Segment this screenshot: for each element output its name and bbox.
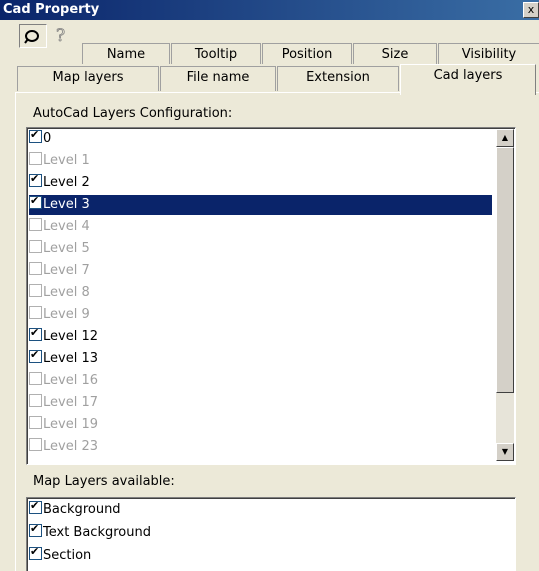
close-button[interactable]: x: [523, 2, 539, 18]
map-layer-item-label: Background: [43, 502, 121, 517]
autocad-layer-list-item[interactable]: Level 7: [29, 261, 492, 281]
map-layer-list-item[interactable]: Section: [29, 545, 509, 566]
tab-size[interactable]: Size: [353, 43, 437, 64]
tab-visibility[interactable]: Visibility: [438, 43, 539, 64]
autocad-layer-item-label: Level 7: [43, 263, 90, 278]
help-icon: ?: [56, 26, 66, 47]
tab-tooltip[interactable]: Tooltip: [171, 43, 261, 64]
autocad-layer-list-item[interactable]: Level 19: [29, 415, 492, 435]
autocad-layer-list-item[interactable]: Level 3: [28, 194, 493, 216]
unchecked-checkbox-icon[interactable]: [29, 372, 42, 385]
unchecked-checkbox-icon[interactable]: [29, 416, 42, 429]
checked-checkbox-icon[interactable]: [29, 194, 42, 209]
map-layers-label: Map Layers available:: [33, 474, 175, 489]
svg-text:?: ?: [56, 26, 65, 46]
unchecked-checkbox-icon[interactable]: [29, 240, 42, 253]
autocad-layer-list-item[interactable]: Level 17: [29, 393, 492, 413]
checked-checkbox-icon[interactable]: [29, 172, 42, 187]
autocad-layers-scrollbar[interactable]: ▲ ▼: [496, 129, 514, 461]
autocad-layer-item-label: Level 9: [43, 307, 90, 322]
autocad-layer-item-label: Level 2: [43, 175, 90, 190]
autocad-layer-item-label: Level 1: [43, 153, 90, 168]
autocad-layer-item-label: Level 4: [43, 219, 90, 234]
tab-extension[interactable]: Extension: [277, 66, 399, 91]
scroll-up-icon[interactable]: ▲: [496, 129, 514, 147]
autocad-layer-list-item[interactable]: Level 16: [29, 371, 492, 391]
scroll-down-icon[interactable]: ▼: [496, 443, 514, 461]
unchecked-checkbox-icon[interactable]: [29, 152, 42, 165]
checked-checkbox-icon[interactable]: [29, 545, 42, 560]
unchecked-checkbox-icon[interactable]: [29, 306, 42, 319]
autocad-layers-label: AutoCad Layers Configuration:: [33, 106, 233, 121]
autocad-layers-list[interactable]: 0 Level 1 Level 2 Level 3 Level 4 Level 5 Leve…: [26, 127, 516, 465]
autocad-layer-item-label: Level 19: [43, 417, 98, 432]
map-layer-list-item[interactable]: Text Background: [29, 522, 509, 543]
map-layer-item-label: Text Background: [43, 525, 151, 540]
tab-position[interactable]: Position: [262, 43, 352, 64]
scrollbar-thumb[interactable]: [496, 147, 514, 393]
autocad-layer-list-item[interactable]: Level 9: [29, 305, 492, 325]
tool-icon: [24, 30, 39, 44]
unchecked-checkbox-icon[interactable]: [29, 284, 42, 297]
autocad-layer-list-item[interactable]: 0: [29, 128, 492, 149]
autocad-layer-item-label: Level 23: [43, 439, 98, 454]
title-bar: Cad Property x: [0, 0, 539, 20]
autocad-layer-list-item[interactable]: Level 4: [29, 217, 492, 237]
autocad-layer-item-label: 0: [43, 131, 52, 146]
tool-icon-button[interactable]: [19, 24, 47, 48]
window-title: Cad Property: [3, 2, 100, 17]
checked-checkbox-icon[interactable]: [29, 128, 42, 143]
autocad-layer-item-label: Level 16: [43, 373, 98, 388]
help-icon-button[interactable]: ?: [47, 24, 75, 48]
autocad-layer-item-label: Level 13: [43, 351, 98, 366]
map-layer-item-label: Section: [43, 548, 92, 563]
map-layer-list-item[interactable]: Background: [29, 499, 509, 520]
unchecked-checkbox-icon[interactable]: [29, 394, 42, 407]
autocad-layer-item-label: Level 3: [43, 197, 90, 212]
tab-file-name[interactable]: File name: [160, 66, 276, 91]
autocad-layer-item-label: Level 8: [43, 285, 90, 300]
autocad-layer-list-item[interactable]: Level 8: [29, 283, 492, 303]
tab-map-layers[interactable]: Map layers: [17, 66, 159, 91]
autocad-layer-list-item[interactable]: Level 23: [29, 437, 492, 457]
autocad-layer-item-label: Level 5: [43, 241, 90, 256]
map-layers-list[interactable]: Background Text Background Section: [26, 497, 516, 571]
autocad-layer-list-item[interactable]: Level 5: [29, 239, 492, 259]
autocad-layer-item-label: Level 17: [43, 395, 98, 410]
tab-cad-layers[interactable]: Cad layers: [400, 64, 536, 95]
unchecked-checkbox-icon[interactable]: [29, 262, 42, 275]
checked-checkbox-icon[interactable]: [29, 522, 42, 537]
tab-name[interactable]: Name: [82, 43, 170, 64]
autocad-layer-list-item[interactable]: Level 2: [29, 172, 492, 193]
checked-checkbox-icon[interactable]: [29, 499, 42, 514]
autocad-layer-list-item[interactable]: Level 12: [29, 326, 492, 347]
checked-checkbox-icon[interactable]: [29, 348, 42, 363]
checked-checkbox-icon[interactable]: [29, 326, 42, 341]
unchecked-checkbox-icon[interactable]: [29, 218, 42, 231]
autocad-layer-list-item[interactable]: Level 13: [29, 348, 492, 369]
autocad-layer-list-item[interactable]: Level 1: [29, 151, 492, 171]
unchecked-checkbox-icon[interactable]: [29, 438, 42, 451]
autocad-layer-item-label: Level 12: [43, 329, 98, 344]
